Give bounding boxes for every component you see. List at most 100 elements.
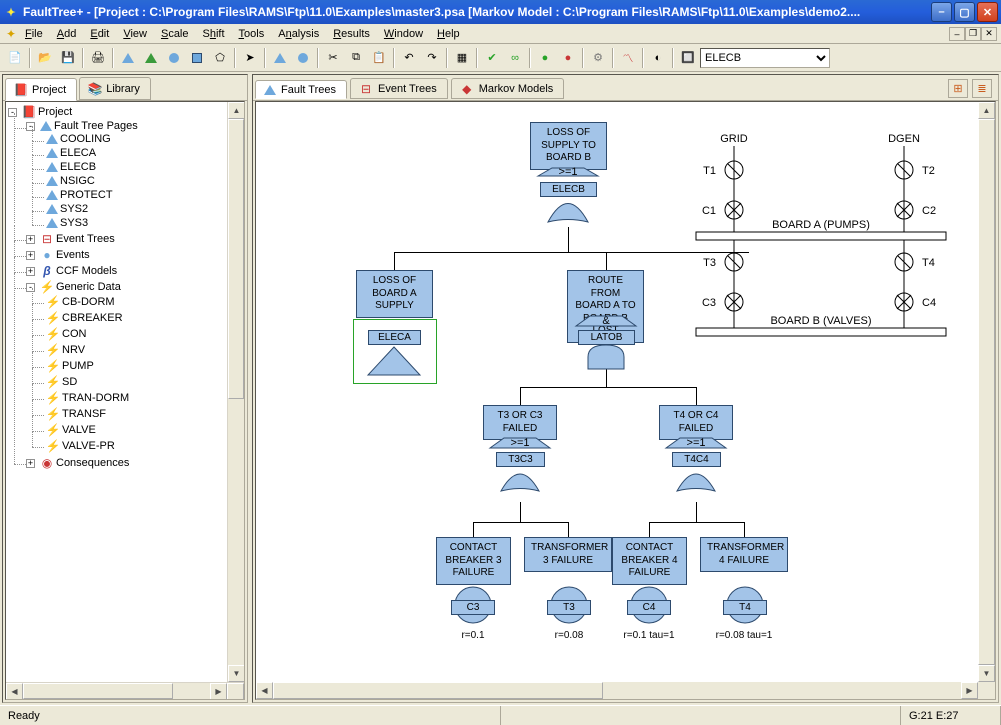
close-button[interactable]: ✕ xyxy=(977,2,998,22)
content-tab-event-trees[interactable]: ⊟Event Trees xyxy=(350,78,448,99)
tree-gd-item[interactable]: SD xyxy=(62,376,77,388)
sidebar-tab-library[interactable]: 📚Library xyxy=(79,77,151,100)
tb-copy-icon[interactable]: ⧉ xyxy=(345,47,367,69)
node-c3-name[interactable]: C3 xyxy=(451,600,495,615)
tree-gd-item[interactable]: TRAN-DORM xyxy=(62,392,129,404)
tb-check-icon[interactable]: ✔ xyxy=(481,47,503,69)
tree-scrollbar-vertical[interactable]: ▲ ▼ xyxy=(227,102,244,682)
node-c4-desc[interactable]: CONTACT BREAKER 4 FAILURE xyxy=(612,537,687,585)
node-latob-name[interactable]: LATOB xyxy=(578,330,635,345)
content-tab-fault-trees[interactable]: Fault Trees xyxy=(255,80,347,99)
list-view-button[interactable]: ≣ xyxy=(972,79,992,98)
menu-shift[interactable]: Shift xyxy=(196,27,232,41)
tb-cut-icon[interactable]: ✂ xyxy=(322,47,344,69)
tree-gd-item[interactable]: CON xyxy=(62,328,86,340)
menu-view[interactable]: View xyxy=(116,27,154,41)
node-t4-desc[interactable]: TRANSFORMER 4 FAILURE xyxy=(700,537,788,572)
menu-analysis[interactable]: Analysis xyxy=(271,27,326,41)
tree-root[interactable]: Project xyxy=(38,106,72,118)
tb-page-select[interactable]: ELECB xyxy=(700,48,830,68)
tree-events[interactable]: Events xyxy=(56,249,90,261)
node-t3-name[interactable]: T3 xyxy=(547,600,591,615)
tree-gd-item[interactable]: CB-DORM xyxy=(62,296,115,308)
tree-ft-item[interactable]: ELECA xyxy=(60,147,96,159)
mdi-close-button[interactable]: ✕ xyxy=(981,27,997,41)
tb-save-icon[interactable]: 💾 xyxy=(57,47,79,69)
menu-help[interactable]: Help xyxy=(430,27,467,41)
menu-results[interactable]: Results xyxy=(326,27,377,41)
tb-print-icon[interactable]: 🖨 xyxy=(87,47,109,69)
node-t4c4-desc[interactable]: T4 OR C4 FAILED xyxy=(659,405,733,440)
project-tree[interactable]: -📕Project -Fault Tree Pages COOLINGELECA… xyxy=(6,102,244,474)
node-t3c3-desc[interactable]: T3 OR C3 FAILED xyxy=(483,405,557,440)
mdi-restore-button[interactable]: ❐ xyxy=(965,27,981,41)
tb-undo-icon[interactable]: ↶ xyxy=(398,47,420,69)
node-elecb-name[interactable]: ELECB xyxy=(540,182,597,197)
tb-or-gate-icon[interactable] xyxy=(140,47,162,69)
menu-window[interactable]: Window xyxy=(377,27,430,41)
svg-text:GRID: GRID xyxy=(720,133,748,145)
tree-ft-item[interactable]: SYS2 xyxy=(60,203,88,215)
node-t3-desc[interactable]: TRANSFORMER 3 FAILURE xyxy=(524,537,612,572)
node-c4-name[interactable]: C4 xyxy=(627,600,671,615)
tree-consequences[interactable]: Consequences xyxy=(56,457,129,469)
tb-window-icon[interactable]: ▦ xyxy=(451,47,473,69)
node-t3c3-name[interactable]: T3C3 xyxy=(496,452,545,467)
node-eleca-desc[interactable]: LOSS OF BOARD A SUPPLY xyxy=(356,270,433,318)
sidebar-tab-project[interactable]: 📕Project xyxy=(5,78,77,101)
tb-paste-icon[interactable]: 📋 xyxy=(368,47,390,69)
menu-file[interactable]: FFileile xyxy=(18,27,50,41)
tb-transfer-icon[interactable] xyxy=(186,47,208,69)
generic-data-item-icon: ⚡ xyxy=(46,359,60,373)
tree-event-trees[interactable]: Event Trees xyxy=(56,233,115,245)
tb-add-event-icon[interactable] xyxy=(292,47,314,69)
tree-gd-item[interactable]: CBREAKER xyxy=(62,312,123,324)
canvas-scrollbar-horizontal[interactable]: ◀ ▶ xyxy=(256,682,978,699)
tb-redo-icon[interactable]: ↷ xyxy=(421,47,443,69)
maximize-button[interactable]: ▢ xyxy=(954,2,975,22)
content-tab-markov[interactable]: ◆Markov Models xyxy=(451,78,565,99)
tree-ft-item[interactable]: NSIGC xyxy=(60,175,95,187)
mdi-minimize-button[interactable]: – xyxy=(949,27,965,41)
node-eleca-name[interactable]: ELECA xyxy=(368,330,421,345)
tb-chart-icon[interactable]: 〽 xyxy=(617,47,639,69)
node-elecb-desc[interactable]: LOSS OF SUPPLY TO BOARD B xyxy=(530,122,607,170)
tree-gd-item[interactable]: PUMP xyxy=(62,360,94,372)
node-t4-name[interactable]: T4 xyxy=(723,600,767,615)
tb-marker2-icon[interactable]: ● xyxy=(557,47,579,69)
tree-fault-tree-pages[interactable]: Fault Tree Pages xyxy=(54,120,138,132)
menu-edit[interactable]: Edit xyxy=(83,27,116,41)
tree-scrollbar-horizontal[interactable]: ◀ ▶ xyxy=(6,682,244,699)
overview-button[interactable]: ⊞ xyxy=(948,79,968,98)
tb-house-icon[interactable]: ⬠ xyxy=(209,47,231,69)
tree-ccf-models[interactable]: CCF Models xyxy=(56,265,117,277)
menu-scale[interactable]: Scale xyxy=(154,27,196,41)
tree-gd-item[interactable]: VALVE xyxy=(62,424,96,436)
tb-event-icon[interactable] xyxy=(163,47,185,69)
tb-pie-icon[interactable]: ◐ xyxy=(647,47,669,69)
tree-gd-item[interactable]: NRV xyxy=(62,344,85,356)
diagram-canvas[interactable]: LOSS OF SUPPLY TO BOARD B >=1 ELECB LOSS… xyxy=(256,102,995,699)
tree-ft-item[interactable]: COOLING xyxy=(60,133,111,145)
menu-add[interactable]: Add xyxy=(50,27,84,41)
tb-pointer-icon[interactable]: ➤ xyxy=(239,47,261,69)
tree-ft-item[interactable]: ELECB xyxy=(60,161,96,173)
tb-open-icon[interactable]: 📂 xyxy=(34,47,56,69)
tb-nav-icon[interactable]: 🔲 xyxy=(677,47,699,69)
menu-tools[interactable]: Tools xyxy=(232,27,272,41)
node-t4c4-name[interactable]: T4C4 xyxy=(672,452,721,467)
node-c3-desc[interactable]: CONTACT BREAKER 3 FAILURE xyxy=(436,537,511,585)
tb-infinity-icon[interactable]: ∞ xyxy=(504,47,526,69)
tb-and-gate-icon[interactable] xyxy=(117,47,139,69)
tb-marker1-icon[interactable]: ● xyxy=(534,47,556,69)
tb-new-icon[interactable]: 📄 xyxy=(4,47,26,69)
canvas-scrollbar-vertical[interactable]: ▲ ▼ xyxy=(978,102,995,682)
tb-gear-icon[interactable]: ⚙ xyxy=(587,47,609,69)
tree-ft-item[interactable]: SYS3 xyxy=(60,217,88,229)
tree-generic-data[interactable]: Generic Data xyxy=(56,281,121,293)
tree-gd-item[interactable]: VALVE-PR xyxy=(62,440,115,452)
minimize-button[interactable]: – xyxy=(931,2,952,22)
tb-add-gate-icon[interactable] xyxy=(269,47,291,69)
tree-ft-item[interactable]: PROTECT xyxy=(60,189,113,201)
tree-gd-item[interactable]: TRANSF xyxy=(62,408,106,420)
